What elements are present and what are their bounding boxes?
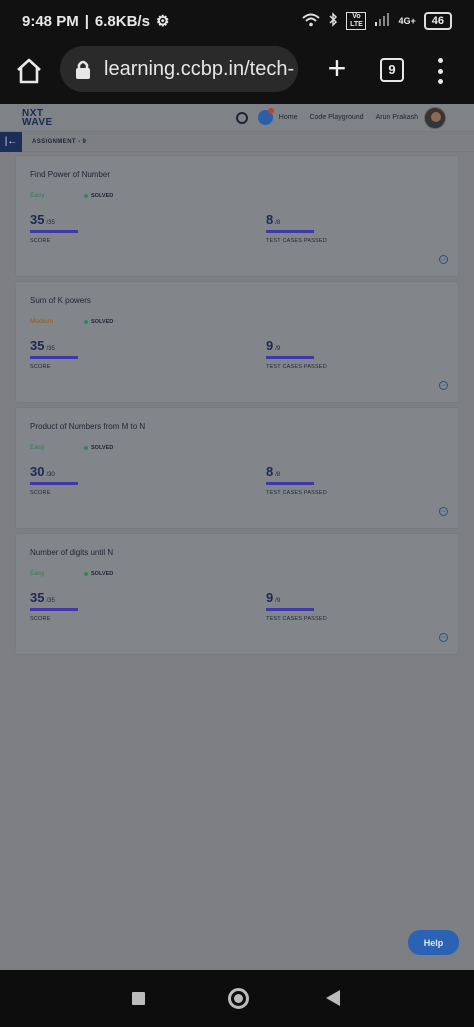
score-label: SCORE	[30, 615, 51, 622]
status-bar: 9:48 PM | 6.8KB/s ⚙ Vo LTE 4G+ 46	[0, 0, 474, 42]
tests-label: TEST CASES PASSED	[266, 615, 327, 622]
question-title: Find Power of Number	[30, 170, 111, 179]
score-total: /35	[46, 220, 55, 226]
tests-total: /8	[275, 220, 281, 226]
score-total: /35	[46, 346, 55, 352]
browser-toolbar: learning.ccbp.in/tech- + 9	[0, 42, 474, 104]
volte-icon: Vo LTE	[346, 12, 367, 30]
tab-switcher-button[interactable]: 9	[380, 58, 404, 82]
score-progress-bar	[30, 356, 78, 359]
arrow-right-icon[interactable]: →	[439, 255, 448, 264]
score-total: /35	[46, 598, 55, 604]
tests-progress-bar	[266, 230, 314, 233]
stopwatch-icon[interactable]	[235, 111, 248, 124]
battery-icon: 46	[423, 12, 452, 30]
arrow-right-icon[interactable]: →	[439, 633, 448, 642]
tests-progress-bar	[266, 482, 314, 485]
chat-notification-icon[interactable]	[257, 108, 274, 125]
tests-label: TEST CASES PASSED	[266, 363, 327, 370]
score-value: 35	[30, 338, 45, 353]
clock: 9:48 PM	[22, 12, 79, 30]
question-card[interactable]: Sum of K powers Medium SOLVED 35/35 SCOR…	[16, 282, 458, 402]
avatar[interactable]	[424, 106, 446, 129]
new-tab-button[interactable]: +	[324, 52, 350, 84]
home-icon[interactable]	[14, 56, 44, 86]
lock-icon	[76, 60, 90, 79]
tests-value: 8	[266, 464, 274, 479]
wifi-icon	[302, 13, 321, 30]
recents-icon[interactable]	[132, 992, 145, 1005]
nav-code-playground[interactable]: Code Playground	[309, 114, 363, 121]
nxtwave-logo[interactable]: NXT WAVE	[22, 108, 53, 127]
settings-gear-icon: ⚙	[155, 13, 170, 30]
question-list: Find Power of Number Easy SOLVED 35/35 S…	[0, 152, 474, 654]
score-progress-bar	[30, 230, 78, 233]
signal-icon	[374, 13, 390, 29]
assignment-title: ASSIGNMENT - 9	[32, 138, 87, 145]
nav-home[interactable]: Home	[279, 114, 298, 121]
solved-dot-icon	[84, 319, 88, 324]
score-progress-bar	[30, 482, 78, 485]
tests-total: /9	[275, 598, 281, 604]
system-nav-bar	[0, 970, 474, 1027]
status-badge: SOLVED	[91, 444, 114, 451]
difficulty-label: Easy	[30, 444, 45, 451]
status-badge: SOLVED	[91, 192, 114, 199]
tests-label: TEST CASES PASSED	[266, 237, 327, 244]
address-bar[interactable]: learning.ccbp.in/tech-	[60, 46, 298, 92]
tests-value: 9	[266, 338, 274, 353]
score-value: 30	[30, 464, 45, 479]
score-label: SCORE	[30, 489, 51, 496]
bluetooth-icon	[328, 12, 338, 30]
score-total: /30	[46, 472, 55, 478]
question-card[interactable]: Product of Numbers from M to N Easy SOLV…	[16, 408, 458, 528]
score-label: SCORE	[30, 363, 51, 370]
difficulty-label: Easy	[30, 570, 45, 577]
solved-dot-icon	[84, 445, 88, 450]
url-text: learning.ccbp.in/tech-	[104, 57, 295, 80]
solved-dot-icon	[84, 571, 88, 576]
web-page: NXT WAVE Home Code Playground Arun Praka…	[0, 104, 474, 970]
tests-total: /9	[275, 346, 281, 352]
app-header: NXT WAVE Home Code Playground Arun Praka…	[0, 104, 474, 132]
tests-value: 9	[266, 590, 274, 605]
help-button[interactable]: Help	[408, 930, 459, 955]
arrow-right-icon[interactable]: →	[439, 381, 448, 390]
score-value: 35	[30, 590, 45, 605]
back-icon[interactable]	[326, 990, 340, 1006]
score-value: 35	[30, 212, 45, 227]
assignment-bar: |← ASSIGNMENT - 9	[0, 131, 474, 152]
network-type: 4G+	[398, 16, 416, 26]
home-nav-icon[interactable]	[228, 988, 249, 1009]
user-name[interactable]: Arun Prakash	[376, 114, 418, 121]
overflow-menu-icon[interactable]	[434, 56, 446, 86]
score-label: SCORE	[30, 237, 51, 244]
difficulty-label: Medium	[30, 318, 54, 325]
question-card[interactable]: Find Power of Number Easy SOLVED 35/35 S…	[16, 156, 458, 276]
question-title: Product of Numbers from M to N	[30, 422, 146, 431]
question-title: Sum of K powers	[30, 296, 91, 305]
tests-label: TEST CASES PASSED	[266, 489, 327, 496]
question-title: Number of digits until N	[30, 548, 114, 557]
question-card[interactable]: Number of digits until N Easy SOLVED 35/…	[16, 534, 458, 654]
arrow-right-icon[interactable]: →	[439, 507, 448, 516]
tests-progress-bar	[266, 608, 314, 611]
score-progress-bar	[30, 608, 78, 611]
solved-dot-icon	[84, 193, 88, 198]
status-badge: SOLVED	[91, 570, 114, 577]
difficulty-label: Easy	[30, 192, 45, 199]
tests-progress-bar	[266, 356, 314, 359]
status-badge: SOLVED	[91, 318, 114, 325]
tests-value: 8	[266, 212, 274, 227]
network-speed: 6.8KB/s	[94, 12, 150, 30]
sidebar-toggle-button[interactable]: |←	[0, 131, 22, 152]
tests-total: /8	[275, 472, 281, 478]
